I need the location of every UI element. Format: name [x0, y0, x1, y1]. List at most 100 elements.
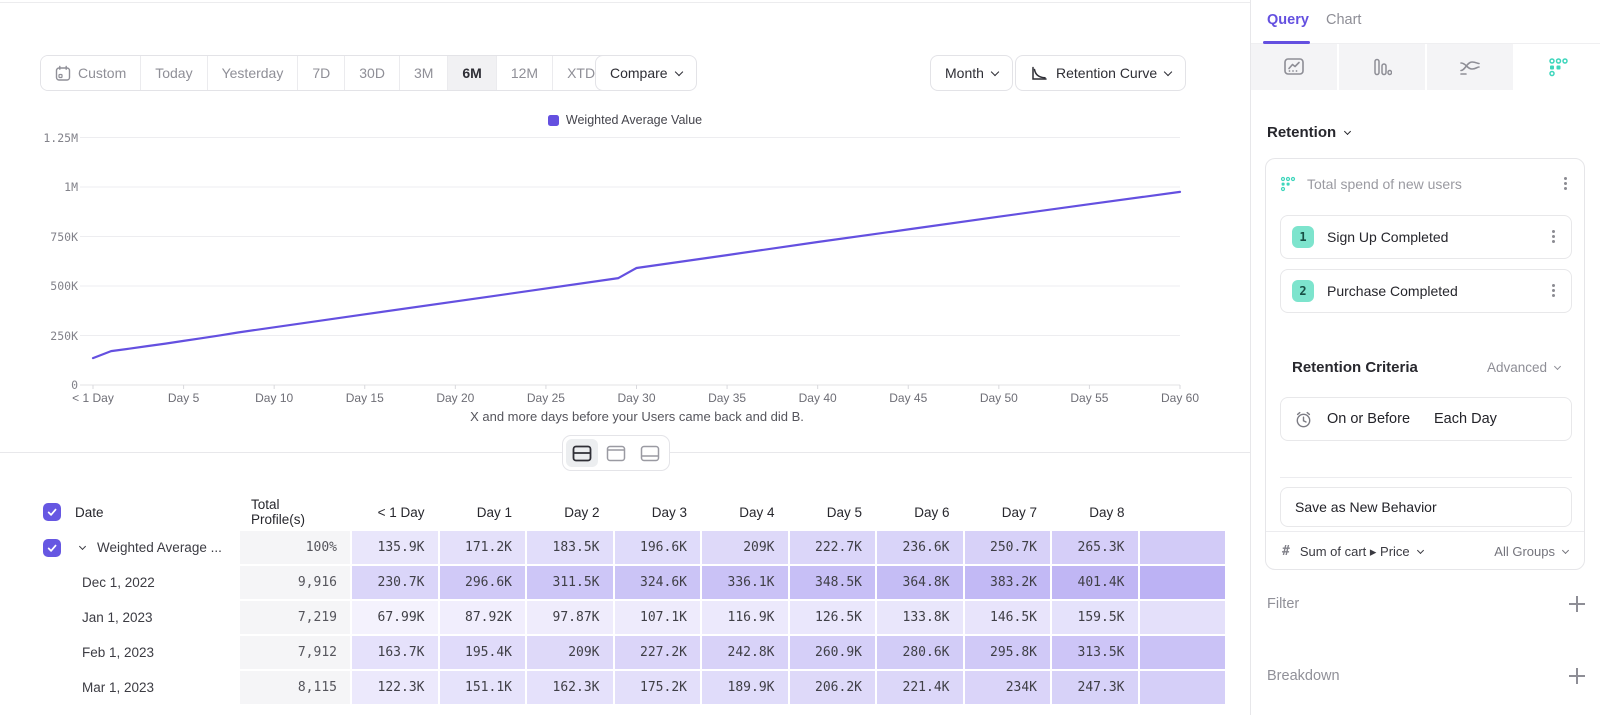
column-header: Day 6	[875, 493, 963, 531]
measure-property-dropdown[interactable]: Sum of cart ▸ Price	[1300, 544, 1484, 560]
chart-view-button[interactable]	[600, 439, 632, 467]
retention-icon	[1548, 57, 1568, 77]
table-view-button[interactable]	[634, 439, 666, 467]
retention-cell: 116.9K	[700, 601, 788, 634]
criteria-mode-dropdown[interactable]: Advanced	[1487, 360, 1560, 375]
chart-legend[interactable]: Weighted Average Value	[0, 113, 1250, 127]
chart-type-button[interactable]: Retention Curve	[1015, 55, 1186, 91]
retention-cell-partial	[1138, 531, 1226, 564]
y-tick-label: 0	[28, 378, 78, 392]
row-label: Mar 1, 2023	[82, 680, 154, 695]
range-30d[interactable]: 30D	[345, 56, 400, 90]
retention-cell: 159.5K	[1050, 601, 1138, 634]
retention-cell: 313.5K	[1050, 636, 1138, 669]
row-label-cell: Weighted Average ...	[40, 531, 238, 564]
event-row-purchase-completed[interactable]: 2 Purchase Completed	[1280, 269, 1572, 313]
retention-cell: 183.5K	[525, 531, 613, 564]
retention-cell: 364.8K	[875, 566, 963, 599]
column-header: Day 8	[1050, 493, 1138, 531]
retention-cell-partial	[1138, 671, 1226, 704]
retention-cell: 175.2K	[613, 671, 701, 704]
add-filter-button[interactable]	[1569, 596, 1585, 612]
split-view-icon	[572, 445, 592, 462]
y-tick-label: 250K	[28, 329, 78, 343]
kebab-menu-icon[interactable]	[1546, 229, 1560, 245]
event-label: Purchase Completed	[1327, 283, 1533, 299]
tab-query[interactable]: Query	[1267, 12, 1309, 28]
retention-section-heading[interactable]: Retention	[1267, 124, 1350, 141]
chevron-down-icon	[674, 67, 682, 75]
behavior-header: Total spend of new users	[1280, 173, 1572, 195]
kebab-menu-icon[interactable]	[1546, 283, 1560, 299]
flows-icon	[1459, 58, 1481, 76]
x-tick-label: Day 30	[597, 391, 677, 405]
save-as-new-behavior-button[interactable]: Save as New Behavior	[1280, 487, 1572, 527]
table-row: Feb 1, 20237,912163.7K195.4K209K227.2K24…	[40, 636, 1250, 669]
y-tick-label: 750K	[28, 230, 78, 244]
event-row-sign-up-completed[interactable]: 1 Sign Up Completed	[1280, 215, 1572, 259]
row-checkbox[interactable]	[43, 539, 61, 557]
insights-icon	[1283, 57, 1305, 77]
range-label: Yesterday	[222, 65, 284, 81]
legend-swatch	[548, 115, 559, 126]
report-insights-button[interactable]	[1251, 44, 1339, 90]
criteria-title: Retention Criteria	[1292, 359, 1487, 376]
filter-label: Filter	[1267, 596, 1569, 612]
range-12m[interactable]: 12M	[497, 56, 553, 90]
report-retention-button[interactable]	[1515, 44, 1600, 90]
range-today[interactable]: Today	[141, 56, 207, 90]
retention-cell: 265.3K	[1050, 531, 1138, 564]
x-tick-label: Day 5	[144, 391, 224, 405]
row-checkbox[interactable]	[43, 503, 61, 521]
split-view-button[interactable]	[566, 439, 598, 467]
retention-cell: 296.6K	[438, 566, 526, 599]
kebab-menu-icon[interactable]	[1558, 176, 1572, 192]
retention-cell: 107.1K	[613, 601, 701, 634]
range-6m[interactable]: 6M	[448, 56, 496, 90]
report-flows-button[interactable]	[1427, 44, 1515, 90]
retention-cell: 97.87K	[525, 601, 613, 634]
range-label: Today	[155, 65, 192, 81]
total-profiles-cell: 100%	[238, 531, 350, 564]
column-header: Day 1	[438, 493, 526, 531]
report-funnels-button[interactable]	[1339, 44, 1427, 90]
retention-cell: 206.2K	[788, 671, 876, 704]
retention-cell: 401.4K	[1050, 566, 1138, 599]
event-index-badge: 2	[1292, 280, 1314, 302]
report-type-strip	[1251, 44, 1600, 90]
retention-cell: 250.7K	[963, 531, 1051, 564]
compare-button[interactable]: Compare	[595, 55, 697, 91]
tab-chart[interactable]: Chart	[1326, 12, 1361, 28]
retention-cell: 195.4K	[438, 636, 526, 669]
table-view-icon	[640, 445, 660, 462]
granularity-button[interactable]: Month	[930, 55, 1013, 91]
table-header-row: DateTotal Profile(s)< 1 DayDay 1Day 2Day…	[40, 493, 1250, 531]
x-axis-caption: X and more days before your Users came b…	[0, 409, 1274, 424]
measure-scope-dropdown[interactable]: All Groups	[1494, 544, 1568, 559]
retention-timing-control[interactable]: On or Before Each Day	[1280, 397, 1572, 441]
range-label: 7D	[312, 65, 330, 81]
add-breakdown-button[interactable]	[1569, 668, 1585, 684]
row-label-cell: Jan 1, 2023	[40, 601, 238, 634]
retention-cell: 209K	[525, 636, 613, 669]
range-custom[interactable]: Custom	[41, 56, 141, 90]
retention-cell: 133.8K	[875, 601, 963, 634]
chart-view-icon	[606, 445, 626, 462]
expand-chevron-icon[interactable]	[79, 542, 86, 549]
column-header: Day 4	[700, 493, 788, 531]
chevron-down-icon	[991, 67, 999, 75]
retention-cell: 222.7K	[788, 531, 876, 564]
range-yesterday[interactable]: Yesterday	[208, 56, 299, 90]
x-tick-label: Day 45	[868, 391, 948, 405]
range-3m[interactable]: 3M	[400, 56, 448, 90]
range-7d[interactable]: 7D	[298, 56, 345, 90]
retention-cell: 67.99K	[350, 601, 438, 634]
column-header: Total Profile(s)	[238, 493, 350, 531]
view-toggle	[562, 435, 670, 471]
date-range-picker: CustomTodayYesterday7D30D3M6M12MXTD	[40, 55, 622, 91]
compare-label: Compare	[610, 65, 668, 81]
range-label: Custom	[78, 65, 126, 81]
retention-cell: 209K	[700, 531, 788, 564]
range-label: 12M	[511, 65, 538, 81]
retention-cell: 295.8K	[963, 636, 1051, 669]
